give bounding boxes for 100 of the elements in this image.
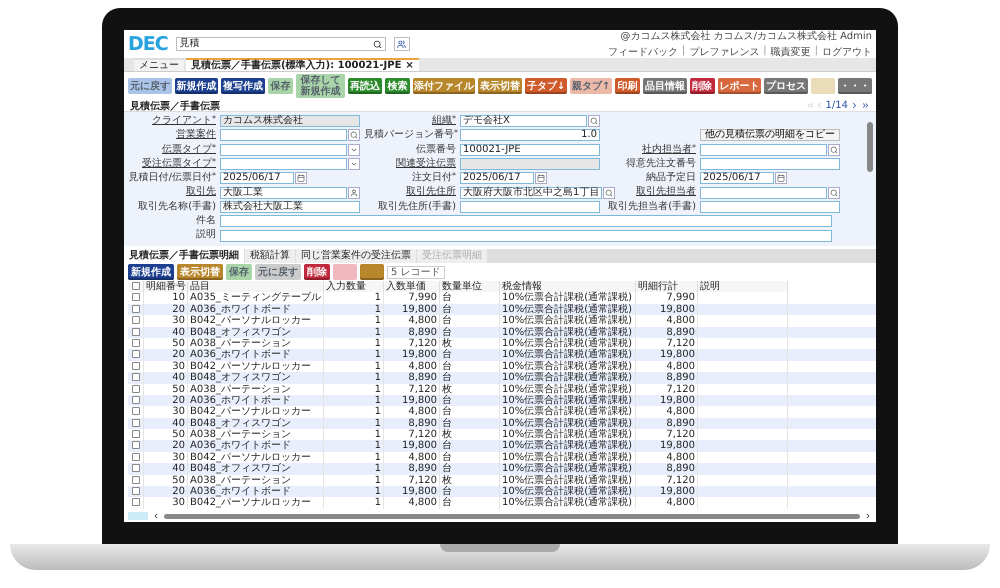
input-field[interactable] — [220, 129, 347, 142]
scroll-left-icon[interactable] — [152, 512, 160, 520]
row-checkbox[interactable] — [132, 407, 140, 416]
toolbar-button[interactable]: ・・・ — [838, 78, 872, 94]
header-link[interactable]: ログアウト — [822, 45, 872, 59]
people-button[interactable] — [394, 37, 410, 51]
input-field[interactable]: デモ会社X — [460, 115, 587, 128]
field-link[interactable]: 取引先担当者 — [604, 186, 696, 199]
input-field[interactable] — [460, 200, 600, 213]
close-icon[interactable]: × — [405, 60, 414, 72]
input-field[interactable] — [700, 186, 827, 199]
next-icon[interactable] — [850, 101, 859, 110]
field-link[interactable]: 受注伝票タイプ* — [128, 158, 216, 170]
input-field[interactable]: 大阪工業 — [220, 186, 347, 199]
input-field[interactable]: 100021-JPE — [460, 144, 600, 156]
row-checkbox[interactable] — [132, 396, 140, 404]
row-checkbox[interactable] — [132, 384, 140, 393]
row-checkbox[interactable] — [132, 487, 140, 496]
field-link[interactable]: 取引先 — [128, 186, 216, 199]
field-link[interactable]: クライアント* — [128, 115, 216, 128]
search-icon[interactable] — [603, 186, 616, 199]
column-header: 数量単位 — [440, 281, 500, 292]
field-link[interactable]: 関連受注伝票 — [364, 158, 456, 170]
search-icon[interactable] — [348, 129, 360, 142]
input-field[interactable] — [700, 144, 827, 156]
row-checkbox[interactable] — [132, 441, 140, 450]
input-field[interactable] — [220, 215, 832, 228]
search-icon[interactable] — [828, 186, 840, 199]
row-checkbox[interactable] — [132, 304, 140, 313]
row-checkbox[interactable] — [132, 362, 140, 370]
input-field[interactable]: 株式会社大阪工業 — [220, 200, 360, 213]
dropdown-field[interactable] — [220, 144, 347, 156]
row-checkbox[interactable] — [132, 476, 140, 484]
header-link[interactable]: プレファレンス — [689, 45, 760, 59]
input-field[interactable] — [220, 230, 832, 242]
row-checkbox[interactable] — [132, 350, 140, 358]
field-link[interactable]: 組織* — [364, 115, 456, 128]
row-checkbox[interactable] — [132, 373, 140, 382]
input-field[interactable] — [700, 158, 840, 170]
detail-tab[interactable]: 同じ営業案件の受注伝票 — [296, 249, 416, 263]
input-field[interactable]: 大阪府大阪市北区中之島1丁目 — [460, 186, 602, 199]
caret-icon[interactable] — [348, 158, 360, 170]
window-tab[interactable]: メニュー — [134, 58, 184, 71]
person-icon[interactable] — [348, 186, 360, 199]
last-icon[interactable] — [861, 101, 870, 110]
field-link[interactable]: 取引先住所 — [364, 186, 456, 199]
row-checkbox[interactable] — [132, 452, 140, 461]
toolbar-button[interactable]: プロセス — [764, 78, 808, 94]
row-checkbox[interactable] — [132, 464, 140, 472]
calendar-icon[interactable] — [775, 172, 787, 184]
toolbar-button[interactable]: 新規作成 — [174, 78, 218, 94]
column-header: 明細行計 — [636, 281, 698, 292]
search-icon[interactable] — [828, 144, 840, 156]
date-field[interactable]: 2025/06/17 — [460, 172, 534, 184]
row-checkbox[interactable] — [132, 430, 140, 438]
calendar-icon[interactable] — [535, 172, 547, 184]
field-label: 納品予定日 — [645, 172, 696, 184]
detail-tab[interactable]: 税額計算 — [245, 249, 295, 263]
people-icon[interactable] — [397, 40, 406, 48]
row-checkbox[interactable] — [132, 328, 140, 336]
header-link[interactable]: フィードバック — [608, 45, 678, 59]
search-icon[interactable] — [588, 115, 600, 128]
toolbar-button[interactable]: 検索 — [385, 78, 410, 94]
toolbar-button[interactable]: 削除 — [304, 264, 330, 280]
window-tab[interactable]: 見積伝票／手書伝票(標準入力): 100021-JPE × — [186, 58, 419, 71]
input-field[interactable]: 1.0 — [460, 129, 600, 142]
row-checkbox[interactable] — [132, 338, 140, 347]
field-link[interactable]: 伝票タイプ* — [128, 144, 216, 156]
header-link[interactable]: 職責変更 — [770, 45, 811, 59]
scroll-right-icon[interactable] — [864, 512, 872, 520]
row-checkbox[interactable] — [132, 418, 140, 427]
detail-tab[interactable]: 見積伝票／手書伝票明細 — [124, 249, 244, 263]
select-all-checkbox[interactable] — [132, 282, 140, 290]
dropdown-field[interactable] — [220, 158, 347, 170]
input-field[interactable] — [460, 158, 600, 170]
date-field[interactable]: 2025/06/17 — [220, 172, 294, 184]
table-cell: 4,800 — [384, 497, 440, 509]
search-field[interactable]: 見積 — [176, 37, 386, 51]
row-checkbox[interactable] — [132, 293, 140, 302]
row-checkbox[interactable] — [132, 498, 140, 506]
field-label: 件名 — [195, 215, 216, 228]
field-link[interactable]: 営業案件 — [128, 129, 216, 142]
toolbar-button[interactable]: 削除 — [690, 78, 715, 94]
toolbar-button[interactable]: 子タブ↓ — [525, 78, 568, 94]
toolbar-button[interactable]: 印刷 — [615, 78, 640, 94]
scrollbar[interactable] — [867, 122, 873, 172]
search-icon[interactable] — [372, 40, 382, 48]
toolbar-button[interactable]: 新規作成 — [128, 264, 174, 280]
date-field[interactable]: 2025/06/17 — [700, 172, 774, 184]
input-field[interactable] — [700, 200, 840, 213]
calendar-icon[interactable] — [295, 172, 307, 184]
field-link[interactable]: 社内担当者* — [604, 144, 696, 156]
scrollbar[interactable] — [164, 514, 860, 518]
toolbar-button[interactable]: 複写作成 — [221, 78, 265, 94]
toolbar-button[interactable]: 品目情報 — [643, 78, 687, 94]
row-checkbox[interactable] — [132, 316, 140, 324]
copy-button[interactable]: 他の見積伝票の明細をコピー — [700, 129, 840, 142]
table-cell: 4,800 — [636, 497, 698, 509]
toolbar-button[interactable]: 再読込 — [348, 78, 382, 94]
input-field[interactable]: カコムス株式会社 — [220, 115, 360, 128]
